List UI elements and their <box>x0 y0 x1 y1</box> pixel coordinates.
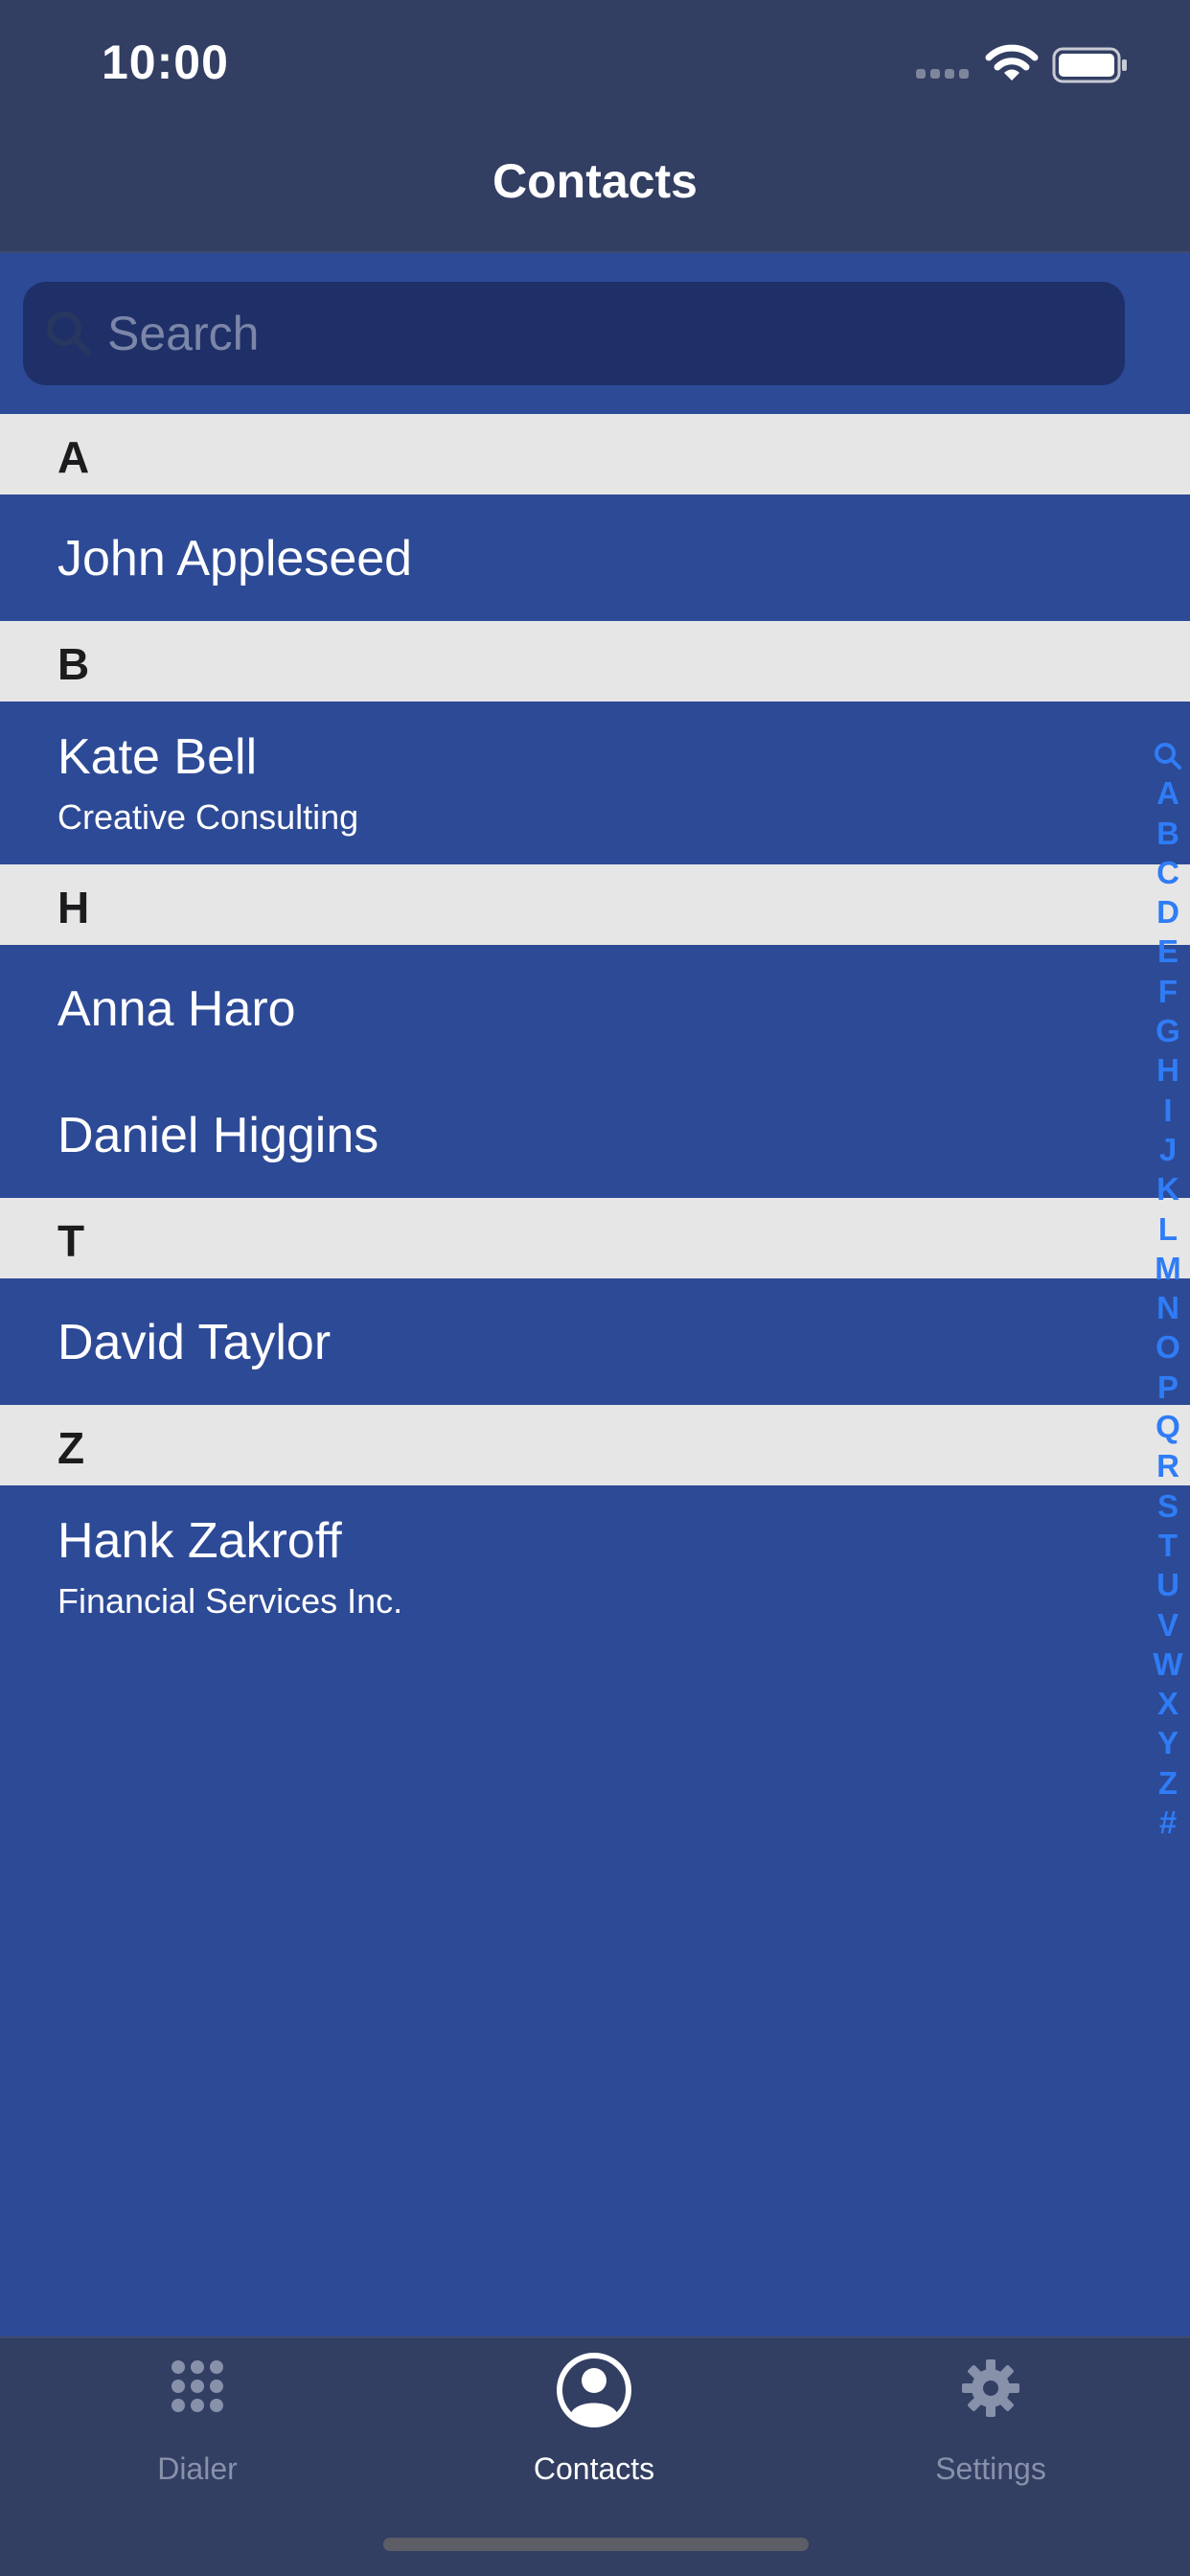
index-letter[interactable]: V <box>1146 1605 1190 1644</box>
section-header-z: Z <box>0 1405 1190 1485</box>
wifi-icon <box>985 44 1039 80</box>
index-letter[interactable]: L <box>1146 1209 1190 1249</box>
contact-name: Anna Haro <box>57 981 296 1037</box>
index-letter[interactable]: D <box>1146 892 1190 932</box>
contact-company: Financial Services Inc. <box>57 1581 403 1621</box>
index-letter[interactable]: Y <box>1146 1723 1190 1762</box>
contact-row[interactable]: David Taylor <box>0 1278 1190 1405</box>
contact-name: Daniel Higgins <box>57 1108 379 1163</box>
contact-name: Hank Zakroff <box>57 1513 342 1569</box>
index-letter[interactable]: E <box>1146 932 1190 971</box>
index-letter[interactable]: Z <box>1146 1763 1190 1803</box>
index-letter[interactable]: W <box>1146 1644 1190 1684</box>
contact-company: Creative Consulting <box>57 797 359 837</box>
cellular-signal-icon <box>916 69 970 80</box>
home-indicator <box>383 2538 809 2551</box>
index-letter[interactable]: A <box>1146 773 1190 813</box>
index-letter[interactable]: O <box>1146 1327 1190 1367</box>
index-letter[interactable]: X <box>1146 1684 1190 1723</box>
search-field[interactable] <box>23 282 1125 385</box>
navigation-bar: 10:00 Contacts <box>0 0 1190 253</box>
tab-dialer[interactable]: Dialer <box>54 2338 341 2511</box>
index-letter[interactable]: C <box>1146 853 1190 892</box>
index-search-icon[interactable] <box>1146 734 1190 773</box>
gear-icon <box>962 2359 1019 2417</box>
index-letter[interactable]: S <box>1146 1486 1190 1526</box>
search-icon <box>47 311 91 356</box>
section-header-h: H <box>0 864 1190 945</box>
index-letter[interactable]: U <box>1146 1565 1190 1604</box>
contact-name: Kate Bell <box>57 729 258 785</box>
section-index[interactable]: A B C D E F G H I J K L M N O P Q R S T … <box>1146 734 1190 1842</box>
index-letter[interactable]: R <box>1146 1446 1190 1485</box>
contact-name: David Taylor <box>57 1315 332 1370</box>
section-header-t: T <box>0 1198 1190 1278</box>
tab-label: Contacts <box>533 2451 655 2486</box>
index-letter[interactable]: H <box>1146 1050 1190 1090</box>
index-letter[interactable]: Q <box>1146 1407 1190 1446</box>
index-letter[interactable]: F <box>1146 972 1190 1011</box>
index-letter[interactable]: K <box>1146 1169 1190 1208</box>
index-letter[interactable]: I <box>1146 1091 1190 1130</box>
page-title: Contacts <box>492 154 698 208</box>
contact-row[interactable]: Daniel Higgins <box>0 1071 1190 1198</box>
battery-icon <box>1052 47 1127 83</box>
contact-name: John Appleseed <box>57 531 413 586</box>
section-header-a: A <box>0 414 1190 494</box>
index-letter[interactable]: # <box>1146 1803 1190 1842</box>
index-letter[interactable]: M <box>1146 1249 1190 1288</box>
tab-label: Dialer <box>157 2451 238 2486</box>
contact-row[interactable]: Hank Zakroff Financial Services Inc. <box>0 1485 1190 1648</box>
search-bar <box>0 255 1190 414</box>
tab-settings[interactable]: Settings <box>847 2338 1134 2511</box>
status-time: 10:00 <box>102 35 229 89</box>
index-letter[interactable]: J <box>1146 1130 1190 1169</box>
contact-row[interactable]: John Appleseed <box>0 494 1190 621</box>
contact-row[interactable]: Kate Bell Creative Consulting <box>0 702 1190 864</box>
index-letter[interactable]: G <box>1146 1011 1190 1050</box>
contact-list: A John Appleseed B Kate Bell Creative Co… <box>0 414 1190 1648</box>
index-letter[interactable]: T <box>1146 1526 1190 1565</box>
tab-contacts[interactable]: Contacts <box>450 2338 738 2511</box>
search-input[interactable] <box>107 295 1094 372</box>
index-letter[interactable]: B <box>1146 814 1190 853</box>
section-header-b: B <box>0 621 1190 702</box>
dialpad-icon <box>172 2360 223 2412</box>
index-letter[interactable]: P <box>1146 1368 1190 1407</box>
contact-row[interactable]: Anna Haro <box>0 945 1190 1071</box>
index-letter[interactable]: N <box>1146 1288 1190 1327</box>
tab-label: Settings <box>935 2451 1046 2486</box>
person-circle-icon <box>557 2353 631 2427</box>
